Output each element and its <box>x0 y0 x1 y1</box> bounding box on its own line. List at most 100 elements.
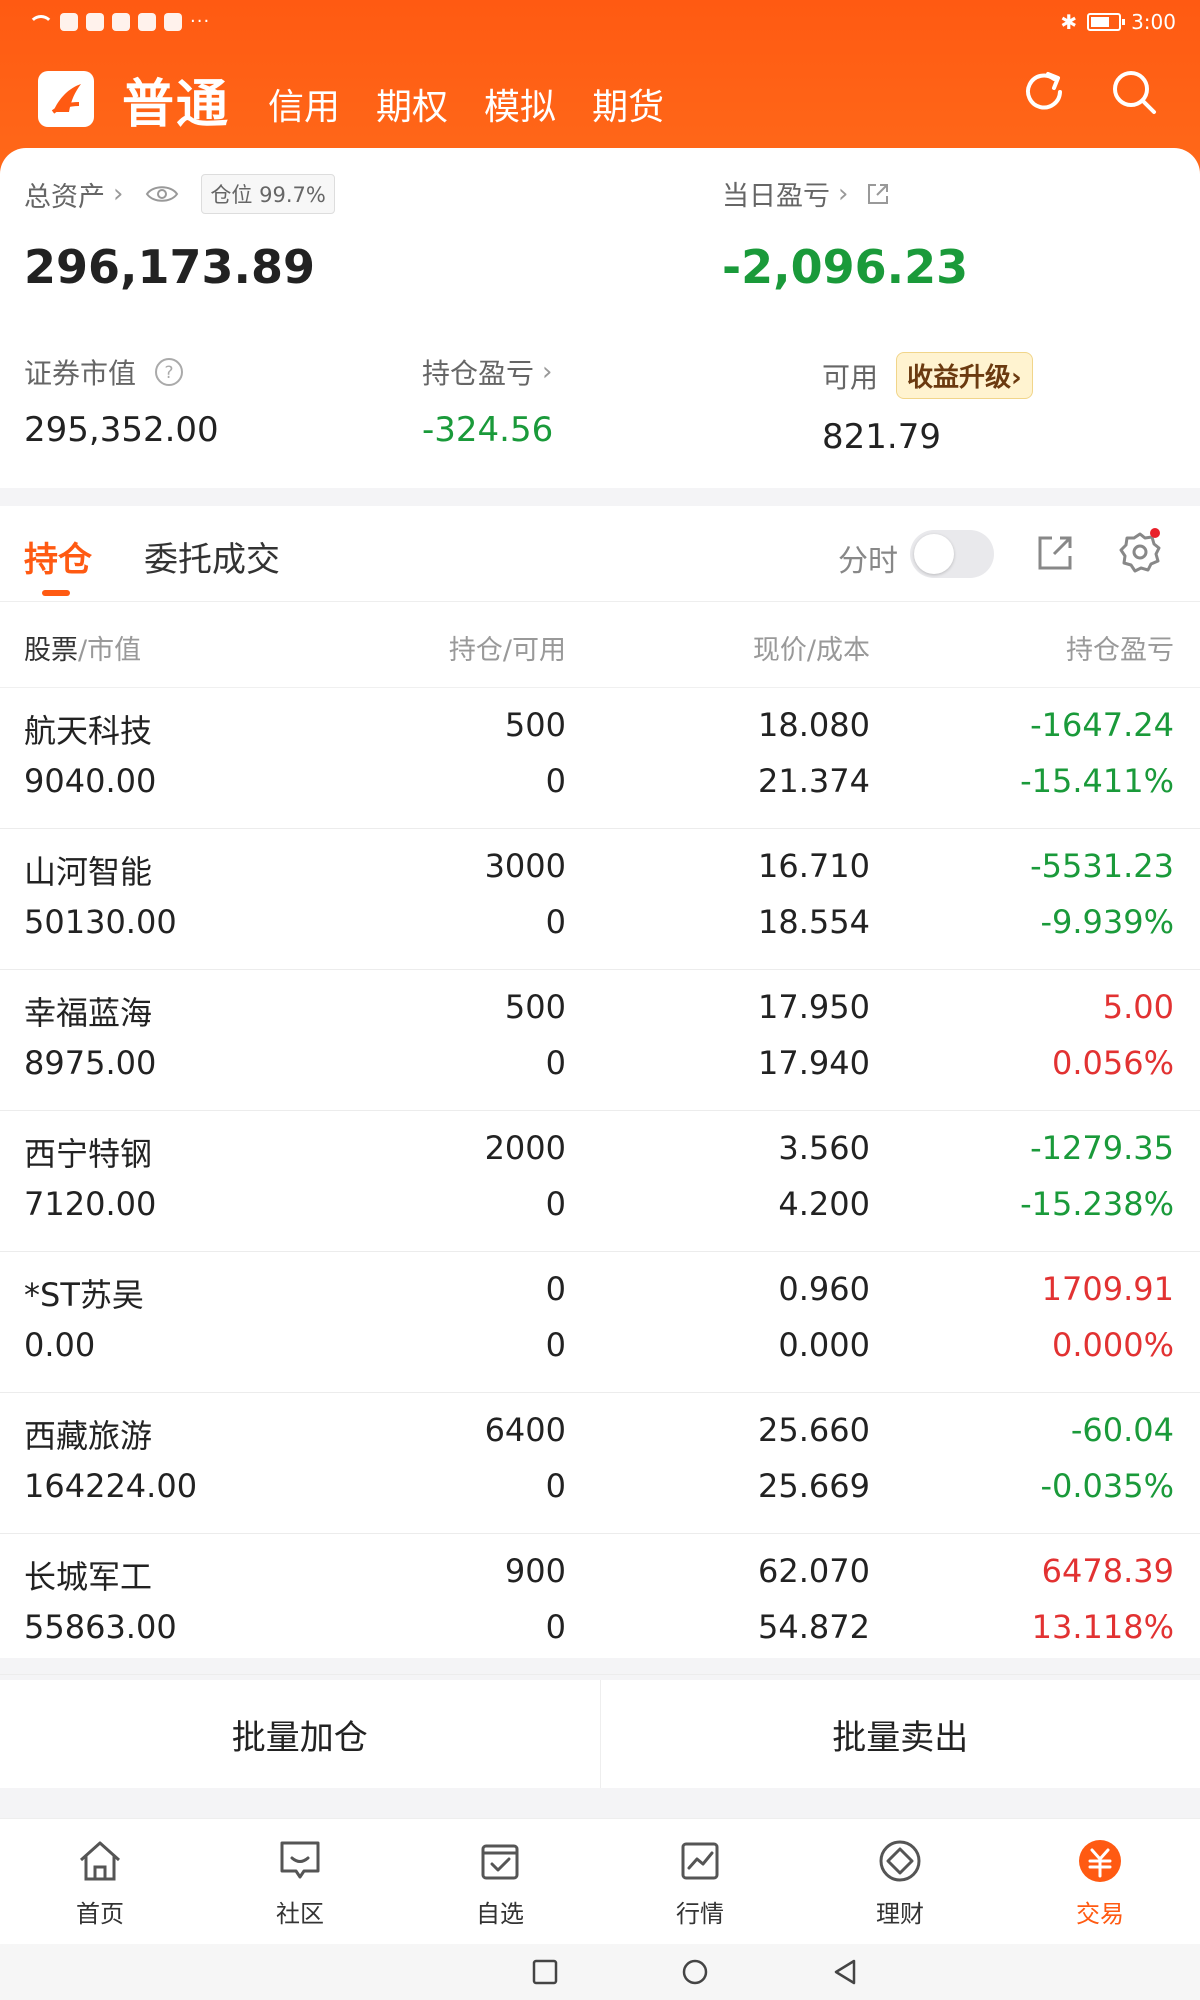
svg-text:?: ? <box>165 363 174 383</box>
bottom-tab-label: 行情 <box>676 1899 724 1928</box>
upgrade-badge[interactable]: 收益升级› <box>896 352 1033 399</box>
available-label-group: 可用 收益升级› <box>822 352 1033 399</box>
app-logo <box>38 71 94 127</box>
bottom-tab-trade[interactable]: 交易 <box>1000 1819 1200 1945</box>
holding-pnl: -60.04 <box>1070 1411 1174 1449</box>
search-icon[interactable] <box>1108 66 1160 118</box>
holding-pnl-value: -324.56 <box>422 410 554 450</box>
stock-market-value: 164224.00 <box>24 1467 198 1505</box>
watchlist-icon <box>481 1844 519 1879</box>
external-link-icon[interactable] <box>864 180 892 208</box>
holding-pnl: 6478.39 <box>1041 1552 1174 1590</box>
column-stock: 股票/市值 <box>24 628 141 667</box>
holding-pnl-pct: -15.238% <box>1020 1185 1174 1223</box>
total-assets-label: 总资产 <box>24 181 105 213</box>
stock-name: *ST苏吴 <box>24 1276 144 1314</box>
positions-table-body: 航天科技 9040.00 500 0 18.080 21.374 -1647.24 -15.4… <box>0 688 1200 1675</box>
stock-market-value: 9040.00 <box>24 762 157 800</box>
current-price: 25.660 <box>758 1411 870 1449</box>
upgrade-label: 收益升级 <box>907 363 1012 393</box>
holding-pnl: -5531.23 <box>1030 847 1174 885</box>
bottom-tab-label: 理财 <box>876 1899 924 1928</box>
table-row[interactable]: 幸福蓝海 8975.00 500 0 17.950 17.940 5.00 0.056% <box>0 970 1200 1111</box>
tab-orders[interactable]: 委托成交 <box>144 532 280 581</box>
bottom-tab-label: 首页 <box>76 1899 124 1928</box>
recent-apps-icon[interactable] <box>530 1957 560 1987</box>
help-icon[interactable]: ? <box>154 357 184 387</box>
total-assets-label-group[interactable]: 总资产 › 仓位 99.7% <box>24 174 335 214</box>
holding-qty: 2000 <box>484 1129 566 1167</box>
bottom-tab-label: 社区 <box>276 1899 324 1928</box>
current-price: 62.070 <box>758 1552 870 1590</box>
intraday-label: 分时 <box>838 544 898 579</box>
tab-credit[interactable]: 信用 <box>268 78 340 130</box>
tab-simulation[interactable]: 模拟 <box>484 78 556 130</box>
column-market-value-label: /市值 <box>78 635 142 666</box>
bottom-tab-home[interactable]: 首页 <box>0 1819 200 1945</box>
notification-icon <box>112 13 130 31</box>
holding-pnl: -1279.35 <box>1030 1129 1174 1167</box>
toggle-knob <box>914 534 954 574</box>
table-row[interactable]: 西宁特钢 7120.00 2000 0 3.560 4.200 -1279.35 -15.23… <box>0 1111 1200 1252</box>
share-icon[interactable] <box>1034 530 1078 574</box>
bulk-sell-button[interactable]: 批量卖出 <box>601 1680 1200 1788</box>
holding-pnl: 5.00 <box>1102 988 1174 1026</box>
bulk-add-button[interactable]: 批量加仓 <box>0 1680 600 1788</box>
column-price: 现价/成本 <box>752 635 870 666</box>
stock-market-value: 0.00 <box>24 1326 96 1364</box>
positions-tabbar: 持仓 委托成交 分时 <box>0 506 1200 602</box>
cost-price: 21.374 <box>758 762 870 800</box>
holding-pnl-label: 持仓盈亏 <box>422 357 535 390</box>
stock-name: 幸福蓝海 <box>24 994 153 1032</box>
chevron-right-icon: › <box>838 178 849 209</box>
table-row[interactable]: *ST苏吴 0.00 0 0 0.960 0.000 1709.91 0.000% <box>0 1252 1200 1393</box>
stock-name: 航天科技 <box>24 712 153 750</box>
holding-qty: 6400 <box>484 1411 566 1449</box>
holding-pnl-label-group: 持仓盈亏 › <box>422 352 553 392</box>
intraday-toggle[interactable] <box>910 530 994 578</box>
cost-price: 4.200 <box>778 1185 870 1223</box>
bluetooth-icon: ✱ <box>1060 10 1078 34</box>
refresh-icon[interactable] <box>1018 66 1070 118</box>
available-label: 可用 <box>822 360 879 394</box>
stock-market-value: 55863.00 <box>24 1608 177 1646</box>
available-block: 可用 收益升级› 821.79 <box>822 352 1033 457</box>
holding-qty: 500 <box>504 706 566 744</box>
current-price: 18.080 <box>758 706 870 744</box>
tab-normal[interactable]: 普通 <box>122 62 230 137</box>
holding-qty: 3000 <box>484 847 566 885</box>
market-value-label-group: 证券市值 ? <box>24 352 219 392</box>
positions-panel: 持仓 委托成交 分时 股票/市值 持仓/可用 现价/成本 持仓盈亏 航天科技 90… <box>0 506 1200 1675</box>
market-value: 295,352.00 <box>24 410 219 450</box>
back-icon[interactable] <box>830 1957 860 1987</box>
tab-holdings[interactable]: 持仓 <box>24 532 92 581</box>
holding-pnl-block[interactable]: 持仓盈亏 › -324.56 <box>422 352 553 450</box>
chevron-right-icon: › <box>113 179 124 209</box>
tab-futures[interactable]: 期货 <box>592 78 664 130</box>
table-row[interactable]: 航天科技 9040.00 500 0 18.080 21.374 -1647.24 -15.4… <box>0 688 1200 829</box>
daily-pnl-label-group[interactable]: 当日盈亏 › <box>722 174 892 213</box>
bottom-tab-market[interactable]: 行情 <box>600 1819 800 1945</box>
clock: 3:00 <box>1131 10 1176 34</box>
bottom-tab-community[interactable]: 社区 <box>200 1819 400 1945</box>
current-price: 3.560 <box>778 1129 870 1167</box>
available-qty: 0 <box>545 1185 566 1223</box>
available-qty: 0 <box>545 903 566 941</box>
holding-pnl-pct: -9.939% <box>1040 903 1174 941</box>
market-value-label: 证券市值 <box>24 357 137 390</box>
home-button-icon[interactable] <box>680 1957 710 1987</box>
nav-actions <box>1018 66 1160 118</box>
cost-price: 17.940 <box>758 1044 870 1082</box>
available-qty: 0 <box>545 1044 566 1082</box>
bottom-tab-wealth[interactable]: 理财 <box>800 1819 1000 1945</box>
tab-options[interactable]: 期权 <box>376 78 448 130</box>
table-row[interactable]: 山河智能 50130.00 3000 0 16.710 18.554 -5531.23 -9.… <box>0 829 1200 970</box>
table-row[interactable]: 西藏旅游 164224.00 6400 0 25.660 25.669 -60.04 -0.0… <box>0 1393 1200 1534</box>
bottom-tab-watchlist[interactable]: 自选 <box>400 1819 600 1945</box>
bottom-tab-label: 自选 <box>476 1899 524 1928</box>
status-icons-right: ✱ 3:00 <box>1060 10 1176 34</box>
eye-icon[interactable] <box>145 183 179 205</box>
table-row[interactable]: 长城军工 55863.00 900 0 62.070 54.872 6478.39 13.11… <box>0 1534 1200 1675</box>
market-value-block: 证券市值 ? 295,352.00 <box>24 352 219 450</box>
bottom-tab-bar: 首页 社区 自选 行情 理财 交易 <box>0 1818 1200 1944</box>
